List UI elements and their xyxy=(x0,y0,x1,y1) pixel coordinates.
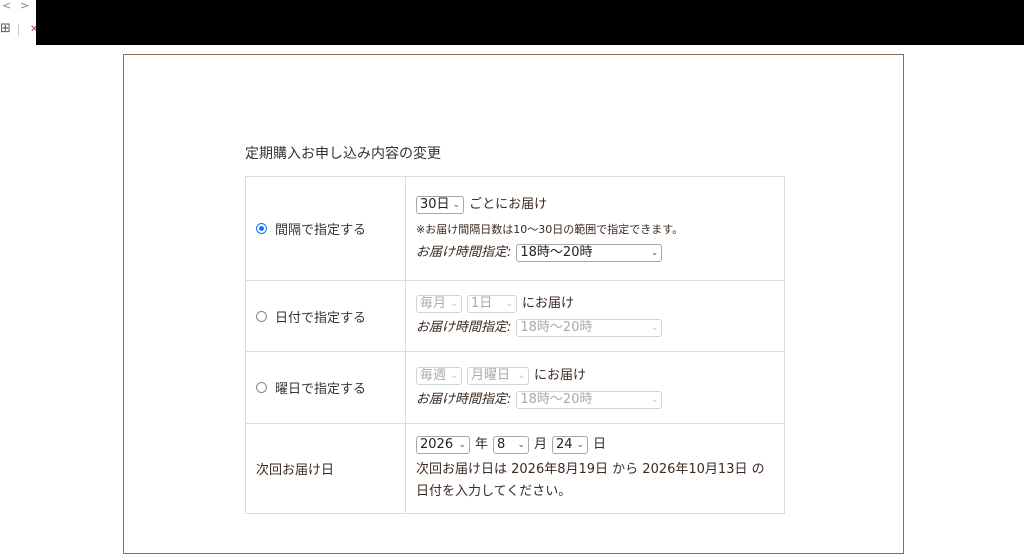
by-weekday-frequency-select[interactable]: 毎週 ⌄ xyxy=(416,366,462,385)
chevron-down-icon: ⌄ xyxy=(650,394,659,405)
chevron-down-icon: ⌄ xyxy=(517,370,525,381)
by-weekday-radio-option[interactable]: 曜日で指定する xyxy=(256,378,395,397)
chevron-down-icon: ⌄ xyxy=(450,299,458,309)
interval-value-cell: 30日 ⌄ ごとにお届け ※お届け間隔日数は10〜30日の範囲で指定できます。 … xyxy=(405,176,785,281)
subscription-form-table: 間隔で指定する 30日 ⌄ ごとにお届け ※お届け間隔日数は10〜30日の範囲で… xyxy=(245,176,785,514)
by-date-radio-option[interactable]: 日付で指定する xyxy=(256,307,395,326)
by-weekday-time-value: 18時〜20時 xyxy=(520,391,593,407)
by-date-value-cell: 毎月 ⌄ 1日 ⌄ にお届け お届け時間指定: 18時〜20時 ⌄ xyxy=(405,280,785,352)
interval-row: 間隔で指定する 30日 ⌄ ごとにお届け ※お届け間隔日数は10〜30日の範囲で… xyxy=(245,176,785,281)
chevron-down-icon: ⌄ xyxy=(458,439,466,450)
next-delivery-label-cell: 次回お届け日 xyxy=(245,423,406,514)
by-date-row: 日付で指定する 毎月 ⌄ 1日 ⌄ にお届け お届け時間指定: 18時〜20時 … xyxy=(245,280,785,352)
next-delivery-description: 次回お届け日は 2026年8月19日 から 2026年10月13日 の日付を入力… xyxy=(416,461,765,499)
by-weekday-time-select[interactable]: 18時〜20時 ⌄ xyxy=(516,390,663,409)
by-date-day-value: 1日 xyxy=(471,296,493,311)
next-delivery-value-cell: 2026 ⌄ 年 8 ⌄ 月 24 ⌄ 日 次回お届け日は 2026年8月19日… xyxy=(405,423,785,514)
interval-radio[interactable] xyxy=(256,223,267,234)
chevron-down-icon: ⌄ xyxy=(452,199,461,210)
chevron-down-icon: ⌄ xyxy=(517,439,526,450)
by-date-radio[interactable] xyxy=(256,310,267,322)
by-date-time-select[interactable]: 18時〜20時 ⌄ xyxy=(516,319,663,337)
chevron-down-icon: ⌄ xyxy=(450,370,458,381)
by-weekday-frequency-value: 毎週 xyxy=(420,367,447,383)
year-unit: 年 xyxy=(475,436,489,452)
next-delivery-row: 次回お届け日 2026 ⌄ 年 8 ⌄ 月 24 ⌄ 日 次回お届け日は 202… xyxy=(245,423,785,514)
interval-days-select[interactable]: 30日 ⌄ xyxy=(416,195,465,214)
toolbar-divider xyxy=(18,24,19,36)
interval-days-suffix: ごとにお届け xyxy=(469,196,548,212)
interval-time-select[interactable]: 18時〜20時 ⌄ xyxy=(516,243,663,262)
redacted-area xyxy=(36,0,1024,45)
back-arrow-icon[interactable]: < xyxy=(2,0,11,11)
interval-time-label: お届け時間指定: xyxy=(416,244,512,260)
next-delivery-day-select[interactable]: 24 ⌄ xyxy=(552,435,589,454)
next-delivery-month-value: 8 xyxy=(497,436,506,452)
interval-radio-option[interactable]: 間隔で指定する xyxy=(256,219,395,238)
by-weekday-label-cell: 曜日で指定する xyxy=(245,351,406,424)
by-date-time-label: お届け時間指定: xyxy=(416,320,512,335)
interval-time-value: 18時〜20時 xyxy=(520,244,593,260)
day-unit: 日 xyxy=(593,436,607,452)
by-date-day-select[interactable]: 1日 ⌄ xyxy=(467,295,517,313)
month-unit: 月 xyxy=(534,436,548,452)
section-title: 定期購入お申し込み内容の変更 xyxy=(245,146,441,162)
by-date-label-cell: 日付で指定する xyxy=(245,280,406,352)
next-delivery-day-value: 24 xyxy=(556,436,573,452)
interval-days-value: 30日 xyxy=(420,196,450,212)
apps-grid-icon[interactable]: ⊞ xyxy=(0,22,11,35)
by-weekday-radio[interactable] xyxy=(256,382,267,393)
by-weekday-time-label: お届け時間指定: xyxy=(416,391,512,407)
by-weekday-radio-label: 曜日で指定する xyxy=(275,382,367,397)
by-weekday-value-cell: 毎週 ⌄ 月曜日 ⌄ にお届け お届け時間指定: 18時〜20時 ⌄ xyxy=(405,351,785,424)
interval-radio-label: 間隔で指定する xyxy=(275,223,367,238)
by-date-frequency-value: 毎月 xyxy=(420,296,447,311)
chevron-down-icon: ⌄ xyxy=(576,439,585,450)
by-date-frequency-select[interactable]: 毎月 ⌄ xyxy=(416,295,462,313)
forward-arrow-icon[interactable]: > xyxy=(20,0,29,11)
by-weekday-day-select[interactable]: 月曜日 ⌄ xyxy=(467,366,529,385)
by-date-time-value: 18時〜20時 xyxy=(520,320,593,335)
by-weekday-day-value: 月曜日 xyxy=(471,367,511,383)
by-weekday-suffix: にお届け xyxy=(534,367,587,383)
interval-note: ※お届け間隔日数は10〜30日の範囲で指定できます。 xyxy=(416,222,684,236)
by-date-radio-label: 日付で指定する xyxy=(275,310,367,326)
chevron-down-icon: ⌄ xyxy=(505,299,513,309)
next-delivery-year-select[interactable]: 2026 ⌄ xyxy=(416,435,470,454)
interval-label-cell: 間隔で指定する xyxy=(245,176,406,281)
next-delivery-month-select[interactable]: 8 ⌄ xyxy=(493,435,530,454)
chevron-down-icon: ⌄ xyxy=(650,323,659,333)
by-weekday-row: 曜日で指定する 毎週 ⌄ 月曜日 ⌄ にお届け お届け時間指定: 18時〜20時 xyxy=(245,351,785,424)
by-date-suffix: にお届け xyxy=(522,296,575,311)
browser-toolbar: < > ⊞ ✕ xyxy=(0,0,1024,46)
next-delivery-year-value: 2026 xyxy=(420,436,454,452)
next-delivery-label: 次回お届け日 xyxy=(256,463,335,478)
chevron-down-icon: ⌄ xyxy=(650,247,659,258)
